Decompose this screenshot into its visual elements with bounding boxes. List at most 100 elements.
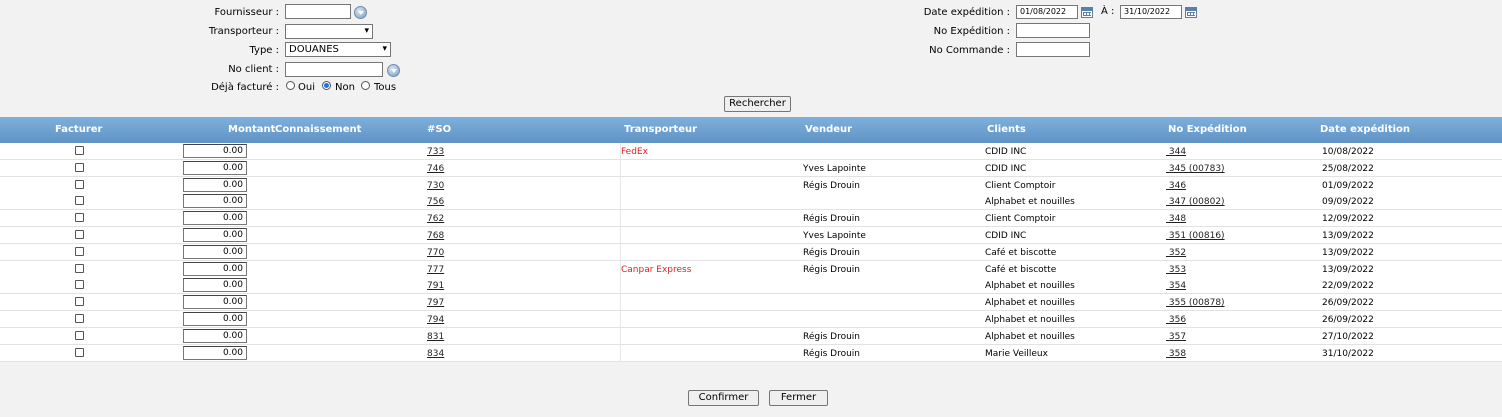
fournisseur-lookup-icon[interactable] (354, 6, 367, 19)
client-cell: Alphabet et nouilles (985, 332, 1075, 342)
search-button[interactable]: Rechercher (724, 96, 791, 112)
facturer-checkbox[interactable] (75, 331, 84, 340)
date-cell: 22/09/2022 (1322, 281, 1374, 291)
montant-input[interactable]: 0.00 (183, 262, 247, 276)
no-expedition-link[interactable]: 352 (1166, 247, 1186, 259)
col-transporteur: Transporteur (624, 124, 698, 135)
transporteur-cell: Canpar Express (621, 265, 692, 275)
montant-input[interactable]: 0.00 (183, 278, 247, 292)
facturer-checkbox[interactable] (75, 297, 84, 306)
no-expedition-link[interactable]: 348 (1166, 213, 1186, 225)
no-expedition-link[interactable]: 357 (1166, 331, 1186, 343)
column-divider (620, 277, 621, 294)
type-select[interactable]: DOUANES ▾ (285, 42, 391, 57)
montant-input[interactable]: 0.00 (183, 346, 247, 360)
close-button[interactable]: Fermer (769, 390, 828, 406)
no-expedition-link[interactable]: 344 (1166, 146, 1186, 158)
facturer-checkbox[interactable] (75, 264, 84, 273)
no-expedition-link[interactable]: 356 (1166, 314, 1186, 326)
column-divider (620, 345, 621, 362)
so-link[interactable]: 831 (427, 331, 444, 343)
type-label: Type : (249, 45, 279, 56)
so-link[interactable]: 777 (427, 264, 444, 276)
date-from-input[interactable]: 01/08/2022 (1016, 5, 1078, 19)
col-montant: Montant (228, 124, 276, 135)
montant-input[interactable]: 0.00 (183, 295, 247, 309)
montant-input[interactable]: 0.00 (183, 329, 247, 343)
no-expedition-link[interactable]: 358 (1166, 348, 1186, 360)
date-to-input[interactable]: 31/10/2022 (1120, 5, 1182, 19)
date-cell: 31/10/2022 (1322, 349, 1374, 359)
facturer-checkbox[interactable] (75, 213, 84, 222)
table-row: 0.00 746 Yves Lapointe CDID INC 345 (00783)… (0, 160, 1502, 177)
no-expedition-link[interactable]: 353 (1166, 264, 1186, 276)
no-expedition-link[interactable]: 347 (00802) (1166, 196, 1225, 208)
no-expedition-link[interactable]: 354 (1166, 280, 1186, 292)
radio-non[interactable] (322, 81, 331, 90)
client-cell: Alphabet et nouilles (985, 315, 1075, 325)
no-commande-input[interactable] (1016, 42, 1090, 57)
facturer-checkbox[interactable] (75, 314, 84, 323)
facturer-checkbox[interactable] (75, 247, 84, 256)
col-connaissement: Connaissement (275, 124, 362, 135)
fournisseur-input[interactable] (285, 4, 351, 19)
so-link[interactable]: 768 (427, 230, 444, 242)
no-expedition-link[interactable]: 345 (00783) (1166, 163, 1225, 175)
column-divider (620, 244, 621, 261)
montant-input[interactable]: 0.00 (183, 245, 247, 259)
no-expedition-link[interactable]: 346 (1166, 180, 1186, 192)
so-link[interactable]: 834 (427, 348, 444, 360)
so-link[interactable]: 756 (427, 196, 444, 208)
transporteur-label: Transporteur : (208, 26, 279, 37)
client-cell: Marie Veilleux (985, 349, 1048, 359)
no-expedition-input[interactable] (1016, 23, 1090, 38)
noclient-lookup-icon[interactable] (387, 64, 400, 77)
transporteur-select[interactable]: ▾ (285, 24, 373, 39)
vendeur-cell: Régis Drouin (803, 349, 860, 359)
so-link[interactable]: 794 (427, 314, 444, 326)
calendar-icon[interactable] (1081, 7, 1093, 18)
montant-input[interactable]: 0.00 (183, 178, 247, 192)
so-link[interactable]: 730 (427, 180, 444, 192)
montant-input[interactable]: 0.00 (183, 312, 247, 326)
montant-input[interactable]: 0.00 (183, 194, 247, 208)
radio-tous[interactable] (361, 81, 370, 90)
radio-tous-label: Tous (374, 82, 397, 93)
so-link[interactable]: 733 (427, 146, 444, 158)
montant-input[interactable]: 0.00 (183, 211, 247, 225)
no-expedition-link[interactable]: 351 (00816) (1166, 230, 1225, 242)
facturer-checkbox[interactable] (75, 196, 84, 205)
table-row: 0.00 730 Régis Drouin Client Comptoir 346 01… (0, 177, 1502, 194)
so-link[interactable]: 797 (427, 297, 444, 309)
confirm-button[interactable]: Confirmer (688, 390, 759, 406)
facturer-checkbox[interactable] (75, 280, 84, 289)
client-cell: Café et biscotte (985, 248, 1057, 258)
montant-input[interactable]: 0.00 (183, 228, 247, 242)
table-row: 0.00 733 FedEx CDID INC 344 10/08/2022 (0, 143, 1502, 160)
facturer-checkbox[interactable] (75, 163, 84, 172)
facturer-checkbox[interactable] (75, 348, 84, 357)
chevron-down-icon: ▾ (364, 26, 369, 36)
col-vendeur: Vendeur (805, 124, 853, 135)
table-header (0, 117, 1502, 143)
so-link[interactable]: 746 (427, 163, 444, 175)
client-cell: Client Comptoir (985, 181, 1056, 191)
date-cell: 26/09/2022 (1322, 298, 1374, 308)
facturer-checkbox[interactable] (75, 146, 84, 155)
no-expedition-link[interactable]: 355 (00878) (1166, 297, 1225, 309)
montant-input[interactable]: 0.00 (183, 161, 247, 175)
facturer-checkbox[interactable] (75, 180, 84, 189)
so-link[interactable]: 762 (427, 213, 444, 225)
date-cell: 13/09/2022 (1322, 248, 1374, 258)
radio-oui[interactable] (286, 81, 295, 90)
facturer-checkbox[interactable] (75, 230, 84, 239)
table-row: 0.00 791 Alphabet et nouilles 354 22/09/202… (0, 277, 1502, 294)
calendar-icon[interactable] (1185, 7, 1197, 18)
montant-input[interactable]: 0.00 (183, 144, 247, 158)
date-cell: 13/09/2022 (1322, 231, 1374, 241)
so-link[interactable]: 791 (427, 280, 444, 292)
vendeur-cell: Régis Drouin (803, 248, 860, 258)
no-commande-label: No Commande : (929, 45, 1010, 56)
so-link[interactable]: 770 (427, 247, 444, 259)
noclient-input[interactable] (285, 62, 383, 77)
